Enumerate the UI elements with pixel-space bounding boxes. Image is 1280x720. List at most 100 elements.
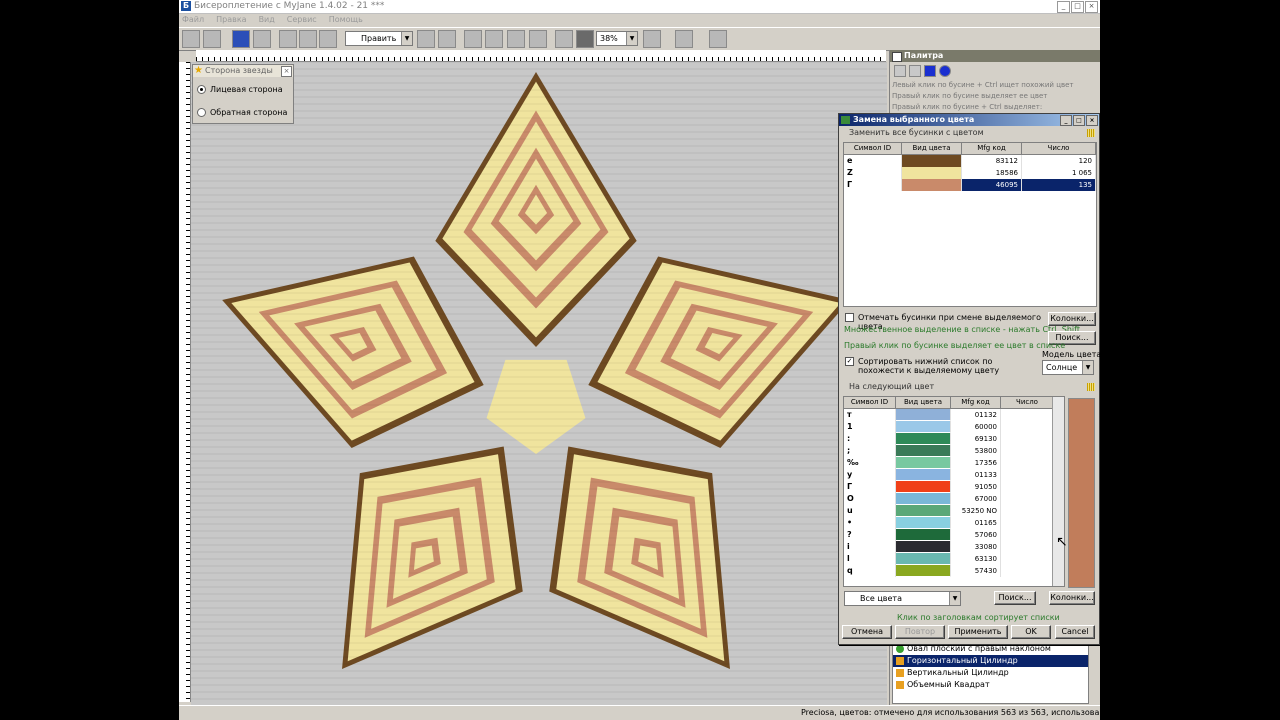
col-code[interactable]: Mfg код [962, 143, 1022, 154]
table-row[interactable]: l 63130 [844, 553, 1064, 565]
radio-front-side[interactable]: Лицевая сторона [197, 85, 283, 94]
square-bead-icon[interactable] [924, 65, 936, 77]
color-filter-select[interactable]: Все цвета ▼ [844, 591, 961, 606]
color-swatch-cell [896, 493, 951, 505]
palette-icon[interactable] [709, 30, 727, 48]
table-row[interactable]: ‰ 17356 [844, 457, 1064, 469]
col-code[interactable]: Mfg код [951, 397, 1001, 408]
save-icon[interactable] [232, 30, 250, 48]
new-icon[interactable] [182, 30, 200, 48]
radio-back-side[interactable]: Обратная сторона [197, 108, 287, 117]
grip-icon[interactable] [1087, 129, 1095, 137]
color-model-select[interactable]: Солнце ▼ [1042, 360, 1094, 375]
tool-icon-6[interactable] [507, 30, 525, 48]
tool-icon-4[interactable] [464, 30, 482, 48]
symbol-cell: т [844, 409, 896, 421]
zoom-value: 38% [600, 34, 618, 43]
minimize-icon[interactable]: _ [1057, 1, 1070, 13]
menu-edit[interactable]: Правка [216, 14, 246, 26]
count-cell [1001, 493, 1054, 505]
table-row[interactable]: О 67000 [844, 493, 1064, 505]
undo-icon[interactable] [417, 30, 435, 48]
close-icon[interactable]: × [281, 66, 292, 77]
menu-view[interactable]: Вид [259, 14, 275, 26]
col-count[interactable]: Число [1022, 143, 1096, 154]
chevron-down-icon: ▼ [1082, 361, 1093, 374]
table-row[interactable]: : 69130 [844, 433, 1064, 445]
col-symbol[interactable]: Символ ID [844, 143, 902, 154]
close-icon[interactable]: × [1085, 1, 1098, 13]
table-scrollbar[interactable] [1052, 397, 1064, 586]
bead-canvas[interactable] [191, 61, 887, 705]
search-button-2[interactable]: Поиск... [994, 591, 1036, 605]
hand-icon[interactable] [643, 30, 661, 48]
close-icon[interactable]: × [1086, 115, 1098, 126]
club-icon[interactable] [675, 30, 693, 48]
tool-icon-1[interactable] [279, 30, 297, 48]
dialog-title: Замена выбранного цвета [853, 115, 975, 124]
table-row[interactable]: Г 91050 [844, 481, 1064, 493]
menu-file[interactable]: Файл [182, 14, 204, 26]
table-row[interactable]: ; 53800 [844, 445, 1064, 457]
palette-info-line: Правый клик по бусине выделяет ее цвет [892, 92, 1048, 100]
maximize-icon[interactable]: □ [1073, 115, 1085, 126]
brush-icon[interactable] [909, 65, 921, 77]
table-row[interactable]: i 33080 [844, 541, 1064, 553]
menu-service[interactable]: Сервис [287, 14, 317, 26]
tool-icon-7[interactable] [576, 30, 594, 48]
list-item[interactable]: Объемный Квадрат [893, 679, 1088, 691]
table-row[interactable]: 1 60000 [844, 421, 1064, 433]
apply-button[interactable]: Применить [948, 625, 1008, 639]
minimize-icon[interactable]: _ [1060, 115, 1072, 126]
symbol-cell: О [844, 493, 896, 505]
color-swatch-cell [896, 541, 951, 553]
zoom-select[interactable]: 38% ▼ [596, 31, 638, 46]
redo-icon[interactable] [438, 30, 456, 48]
grip-icon[interactable] [1087, 383, 1095, 391]
count-cell [1001, 481, 1054, 493]
open-icon[interactable] [203, 30, 221, 48]
multi-select-hint: Множественное выделение в списке - нажат… [844, 325, 1080, 334]
col-symbol[interactable]: Символ ID [844, 397, 896, 408]
count-cell [1001, 445, 1054, 457]
chevron-down-icon: ▼ [626, 32, 637, 45]
print-icon[interactable] [555, 30, 573, 48]
cancel-action-button[interactable]: Отмена [842, 625, 892, 639]
col-count[interactable]: Число [1001, 397, 1054, 408]
table-row[interactable]: e 83112 120 [844, 155, 1096, 167]
tool-icon-5[interactable] [485, 30, 503, 48]
columns-button[interactable]: Колонки... [1048, 312, 1096, 326]
table-row[interactable]: т 01132 [844, 409, 1064, 421]
menu-help[interactable]: Помощь [329, 14, 363, 26]
symbol-cell: Г [844, 481, 896, 493]
color-swatch-cell [896, 421, 951, 433]
export-icon[interactable] [253, 30, 271, 48]
code-cell: 01132 [951, 409, 1001, 421]
col-color[interactable]: Вид цвета [902, 143, 962, 154]
list-item[interactable]: Горизонтальный Цилиндр [893, 655, 1088, 667]
table-row[interactable]: Z 18586 1 065 [844, 167, 1096, 179]
redo-button[interactable]: Повтор [895, 625, 945, 639]
list-item[interactable]: Вертикальный Цилиндр [893, 667, 1088, 679]
tool-icon-2[interactable] [299, 30, 317, 48]
table-row[interactable]: u 53250 NO [844, 505, 1064, 517]
table-row[interactable]: у 01133 [844, 469, 1064, 481]
col-color[interactable]: Вид цвета [896, 397, 951, 408]
table-row[interactable]: q 57430 [844, 565, 1064, 577]
pencil-icon[interactable] [894, 65, 906, 77]
cancel-button[interactable]: Cancel [1055, 625, 1095, 639]
columns-button-2[interactable]: Колонки... [1049, 591, 1095, 605]
grid-icon[interactable] [529, 30, 547, 48]
table-row[interactable]: • 01165 [844, 517, 1064, 529]
ok-button[interactable]: OK [1011, 625, 1051, 639]
table-row[interactable]: ? 57060 [844, 529, 1064, 541]
symbol-cell: 1 [844, 421, 896, 433]
tool-icon-3[interactable] [319, 30, 337, 48]
sort-similarity-checkbox[interactable]: ✓ Сортировать нижний список по похожести… [845, 357, 1038, 375]
target-section-header: На следующий цвет [841, 382, 1095, 392]
mode-select[interactable]: Править ▼ [345, 31, 413, 46]
table-row[interactable]: Г 46095 135 [844, 179, 1096, 191]
code-cell: 53800 [951, 445, 1001, 457]
maximize-icon[interactable]: □ [1071, 1, 1084, 13]
round-bead-icon[interactable] [939, 65, 951, 77]
